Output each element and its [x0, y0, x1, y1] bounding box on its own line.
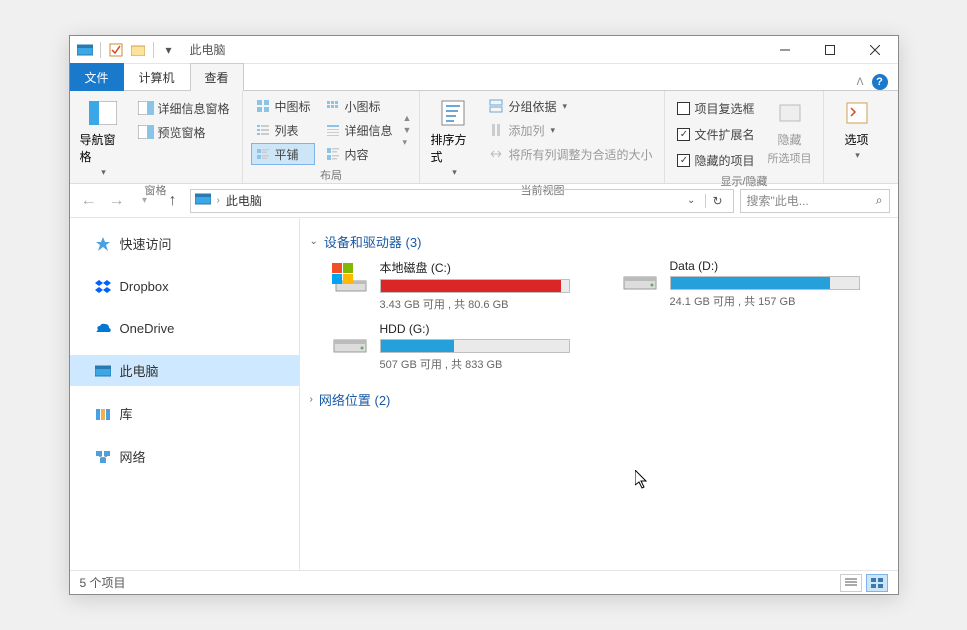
drive-name: 本地磁盘 (C:) — [380, 259, 580, 276]
nav-up-button[interactable]: ↑ — [162, 190, 184, 212]
chevron-down-icon: ⌄ — [310, 236, 318, 247]
details-pane-button[interactable]: 详细信息窗格 — [134, 97, 234, 119]
sidebar-item-onedrive[interactable]: OneDrive — [70, 313, 299, 343]
nav-back-button[interactable]: ← — [78, 190, 100, 212]
tab-file[interactable]: 文件 — [70, 63, 124, 91]
ribbon-group-currentview: 排序方式 ▾ 分组依据▾ 添加列▾ 将所有列调整为合适的大小 当前视图 — [420, 91, 665, 183]
onedrive-icon — [94, 319, 112, 337]
star-icon — [94, 235, 112, 253]
qat-new-folder-icon[interactable] — [129, 41, 147, 59]
sidebar-item-thispc[interactable]: 此电脑 — [70, 355, 299, 386]
drive-icon — [620, 259, 660, 299]
sort-label: 排序方式 — [430, 131, 476, 165]
drive-item[interactable]: 本地磁盘 (C:) 3.43 GB 可用 , 共 80.6 GB — [330, 259, 580, 312]
chevron-right-icon: › — [310, 394, 313, 405]
layout-list[interactable]: 列表 — [251, 119, 315, 141]
layout-scroll-down[interactable]: ▼ — [403, 125, 412, 135]
ribbon-group-label-layout: 布局 — [251, 165, 412, 183]
qat-properties-icon[interactable] — [107, 41, 125, 59]
group-by-button[interactable]: 分组依据▾ — [484, 95, 656, 117]
ribbon: 导航窗格 ▾ 详细信息窗格 预览窗格 窗格 中图标 列表 平铺 — [70, 90, 898, 184]
addressbar: ← → ▾ ↑ › 此电脑 ⌄ ↻ 搜索"此电... ⌕ — [70, 184, 898, 218]
libraries-icon — [94, 405, 112, 423]
sidebar-item-network[interactable]: 网络 — [70, 441, 299, 472]
statusbar: 5 个项目 — [70, 570, 898, 594]
ribbon-group-showhide: 项目复选框 ✓文件扩展名 ✓隐藏的项目 隐藏 所选项目 显示/隐藏 — [665, 91, 823, 183]
titlebar: ▾ 此电脑 — [70, 36, 898, 64]
drive-icon — [330, 259, 370, 299]
refresh-button[interactable]: ↻ — [705, 194, 728, 208]
search-input[interactable]: 搜索"此电... ⌕ — [740, 189, 890, 213]
options-button[interactable]: 选项 ▾ — [832, 95, 882, 167]
item-checkboxes-toggle[interactable]: 项目复选框 — [673, 97, 758, 119]
pc-icon — [195, 192, 211, 209]
layout-scroll-up[interactable]: ▲ — [403, 113, 412, 123]
pc-icon — [94, 362, 112, 380]
ribbon-tabs: 文件 计算机 查看 ᐱ ? — [70, 64, 898, 90]
ribbon-group-panes: 导航窗格 ▾ 详细信息窗格 预览窗格 窗格 — [70, 91, 243, 183]
nav-pane-button[interactable]: 导航窗格 ▾ — [78, 95, 128, 180]
dropbox-icon — [94, 277, 112, 295]
network-icon — [94, 448, 112, 466]
ribbon-group-layout: 中图标 列表 平铺 小图标 详细信息 内容 ▲ ▼ ▾ 布局 — [243, 91, 421, 183]
hidden-items-toggle[interactable]: ✓隐藏的项目 — [673, 149, 758, 171]
drive-icon — [330, 322, 370, 362]
sidebar-item-quickaccess[interactable]: 快速访问 — [70, 228, 299, 259]
view-details-button[interactable] — [840, 574, 862, 592]
search-placeholder: 搜索"此电... — [747, 192, 809, 209]
group-header-drives[interactable]: ⌄ 设备和驱动器 (3) — [310, 228, 888, 259]
tab-view[interactable]: 查看 — [190, 63, 244, 91]
nav-forward-button: → — [106, 190, 128, 212]
drive-usage-bar — [670, 276, 860, 290]
drive-name: HDD (G:) — [380, 322, 580, 336]
maximize-button[interactable] — [808, 36, 853, 64]
drive-stats: 3.43 GB 可用 , 共 80.6 GB — [380, 296, 580, 312]
preview-pane-button[interactable]: 预览窗格 — [134, 121, 234, 143]
layout-details[interactable]: 详细信息 — [321, 119, 397, 141]
hide-selected-button: 隐藏 所选项目 — [765, 95, 815, 171]
drive-usage-bar — [380, 279, 570, 293]
layout-content[interactable]: 内容 — [321, 143, 397, 165]
minimize-button[interactable] — [763, 36, 808, 64]
search-icon: ⌕ — [876, 193, 883, 208]
drive-item[interactable]: Data (D:) 24.1 GB 可用 , 共 157 GB — [620, 259, 870, 312]
explorer-window: ▾ 此电脑 文件 计算机 查看 ᐱ ? 导航窗格 ▾ — [69, 35, 899, 595]
drive-item[interactable]: HDD (G:) 507 GB 可用 , 共 833 GB — [330, 322, 580, 372]
file-extensions-toggle[interactable]: ✓文件扩展名 — [673, 123, 758, 145]
status-item-count: 5 个项目 — [80, 574, 126, 591]
sidebar-item-libraries[interactable]: 库 — [70, 398, 299, 429]
nav-recent-dropdown[interactable]: ▾ — [134, 190, 156, 212]
layout-medium-icons[interactable]: 中图标 — [251, 95, 315, 117]
app-icon — [76, 41, 94, 59]
sidebar-item-dropbox[interactable]: Dropbox — [70, 271, 299, 301]
size-columns-button: 将所有列调整为合适的大小 — [484, 143, 656, 165]
layout-expand[interactable]: ▾ — [403, 137, 412, 148]
nav-pane-label: 导航窗格 — [80, 131, 126, 165]
sort-button[interactable]: 排序方式 ▾ — [428, 95, 478, 180]
view-tiles-button[interactable] — [866, 574, 888, 592]
ribbon-collapse-icon[interactable]: ᐱ — [857, 77, 864, 88]
window-title: 此电脑 — [190, 41, 226, 58]
options-label: 选项 — [844, 131, 868, 148]
drive-stats: 24.1 GB 可用 , 共 157 GB — [670, 293, 870, 309]
layout-tiles[interactable]: 平铺 — [251, 143, 315, 165]
drive-stats: 507 GB 可用 , 共 833 GB — [380, 356, 580, 372]
address-dropdown-icon[interactable]: ⌄ — [683, 195, 699, 206]
breadcrumb-thispc[interactable]: 此电脑 — [226, 192, 262, 209]
nav-tree: 快速访问 Dropbox OneDrive 此电脑 库 — [70, 218, 300, 570]
tab-computer[interactable]: 计算机 — [124, 63, 190, 91]
add-columns-button: 添加列▾ — [484, 119, 656, 141]
layout-small-icons[interactable]: 小图标 — [321, 95, 397, 117]
help-icon[interactable]: ? — [872, 74, 888, 90]
address-input[interactable]: › 此电脑 ⌄ ↻ — [190, 189, 734, 213]
content-area: ⌄ 设备和驱动器 (3) 本地磁盘 (C:) 3.43 GB 可用 , 共 80.… — [300, 218, 898, 570]
group-header-network[interactable]: › 网络位置 (2) — [310, 386, 888, 417]
drive-name: Data (D:) — [670, 259, 870, 273]
close-button[interactable] — [853, 36, 898, 64]
drive-usage-bar — [380, 339, 570, 353]
qat-dropdown-icon[interactable]: ▾ — [160, 41, 178, 59]
ribbon-group-options: 选项 ▾ — [824, 91, 890, 183]
